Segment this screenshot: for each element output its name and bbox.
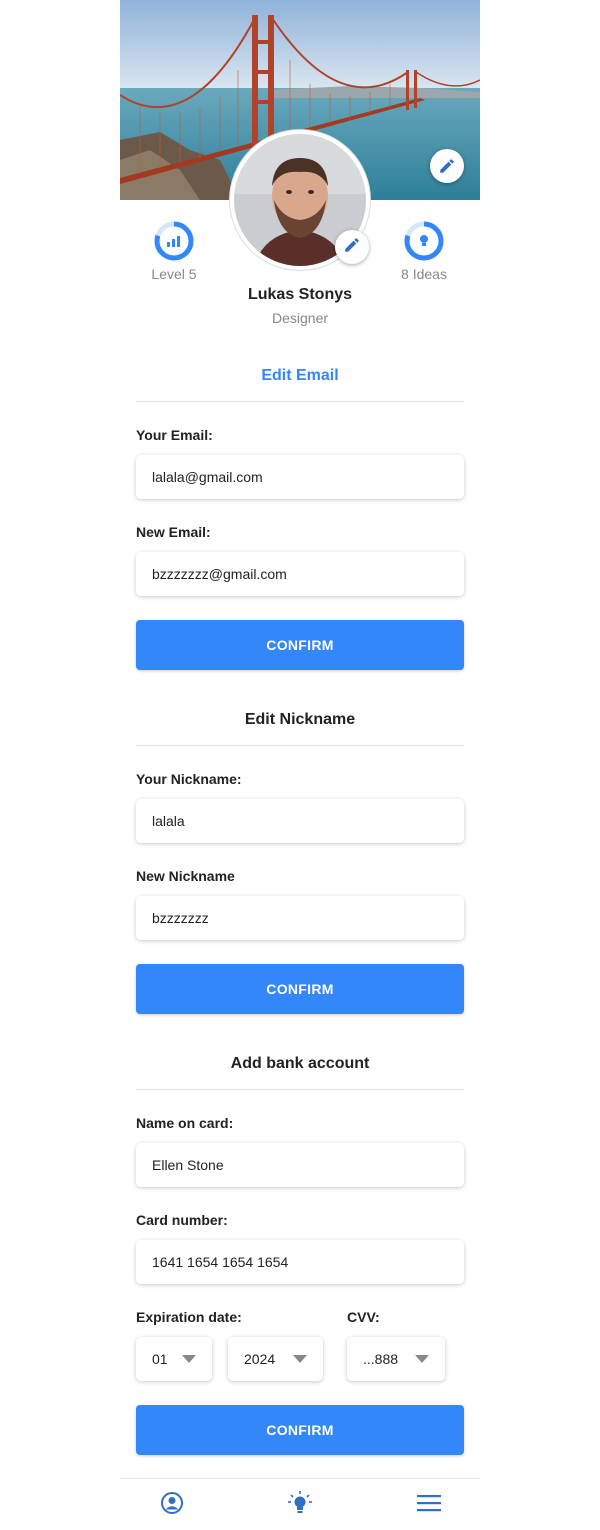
your-email-label: Your Email: xyxy=(136,427,213,443)
profile-name: Lukas Stonys xyxy=(247,286,353,303)
card-number-label: Card number: xyxy=(136,1212,228,1228)
confirm-email-button[interactable]: CONFIRM xyxy=(136,620,464,670)
edit-avatar-button[interactable] xyxy=(335,230,369,264)
level-stat: Level 5 xyxy=(129,220,219,282)
ideas-progress-ring xyxy=(403,220,445,262)
edit-nickname-title: Edit Nickname xyxy=(244,711,356,728)
divider xyxy=(136,401,464,402)
pencil-icon xyxy=(343,236,361,259)
level-progress-ring xyxy=(153,220,195,262)
tab-profile[interactable] xyxy=(157,1491,187,1519)
edit-cover-button[interactable] xyxy=(430,149,464,183)
level-label: Level 5 xyxy=(151,266,197,282)
expiration-year-value: 2024 xyxy=(244,1351,276,1367)
expiration-date-label: Expiration date: xyxy=(136,1309,242,1325)
divider xyxy=(136,1089,464,1090)
chevron-down-icon xyxy=(415,1355,429,1363)
app-screen: Level 5 8 Ideas Lukas Stonys Designer Ed… xyxy=(120,0,480,1529)
new-email-field[interactable]: bzzzzzzz@gmail.com xyxy=(136,552,464,596)
expiration-month-value: 01 xyxy=(152,1351,168,1367)
divider xyxy=(136,745,464,746)
your-email-field[interactable]: lalala@gmail.com xyxy=(136,455,464,499)
confirm-nickname-button[interactable]: CONFIRM xyxy=(136,964,464,1014)
new-nickname-label: New Nickname xyxy=(136,868,235,884)
your-nickname-field[interactable]: lalala xyxy=(136,799,464,843)
new-nickname-field[interactable]: bzzzzzzz xyxy=(136,896,464,940)
new-email-label: New Email: xyxy=(136,524,211,540)
chevron-down-icon xyxy=(293,1355,307,1363)
expiration-year-select[interactable]: 2024 xyxy=(228,1337,323,1381)
cvv-select[interactable]: ...888 xyxy=(347,1337,445,1381)
profile-icon xyxy=(160,1491,184,1520)
profile-role: Designer xyxy=(271,310,329,326)
tab-ideas[interactable] xyxy=(285,1490,315,1521)
card-number-field[interactable]: 1641 1654 1654 1654 xyxy=(136,1240,464,1284)
cvv-value: ...888 xyxy=(363,1351,399,1367)
name-on-card-label: Name on card: xyxy=(136,1115,234,1131)
tab-menu[interactable] xyxy=(414,1491,444,1519)
add-bank-account-title: Add bank account xyxy=(230,1055,370,1072)
expiration-month-select[interactable]: 01 xyxy=(136,1337,212,1381)
ideas-label: 8 Ideas xyxy=(401,266,447,282)
avatar xyxy=(230,130,370,270)
chart-bars-icon xyxy=(167,236,180,247)
name-on-card-field[interactable]: Ellen Stone xyxy=(136,1143,464,1187)
cvv-label: CVV: xyxy=(347,1309,380,1325)
pencil-icon xyxy=(438,157,456,175)
lightbulb-icon xyxy=(420,235,428,246)
confirm-bank-account-button[interactable]: CONFIRM xyxy=(136,1405,464,1455)
ideas-stat: 8 Ideas xyxy=(379,220,469,282)
your-nickname-label: Your Nickname: xyxy=(136,771,242,787)
chevron-down-icon xyxy=(182,1355,196,1363)
tab-edit-email[interactable]: Edit Email xyxy=(136,367,464,385)
lightbulb-icon xyxy=(287,1490,313,1521)
bottom-tab-bar xyxy=(120,1478,480,1530)
menu-icon xyxy=(417,1494,441,1517)
